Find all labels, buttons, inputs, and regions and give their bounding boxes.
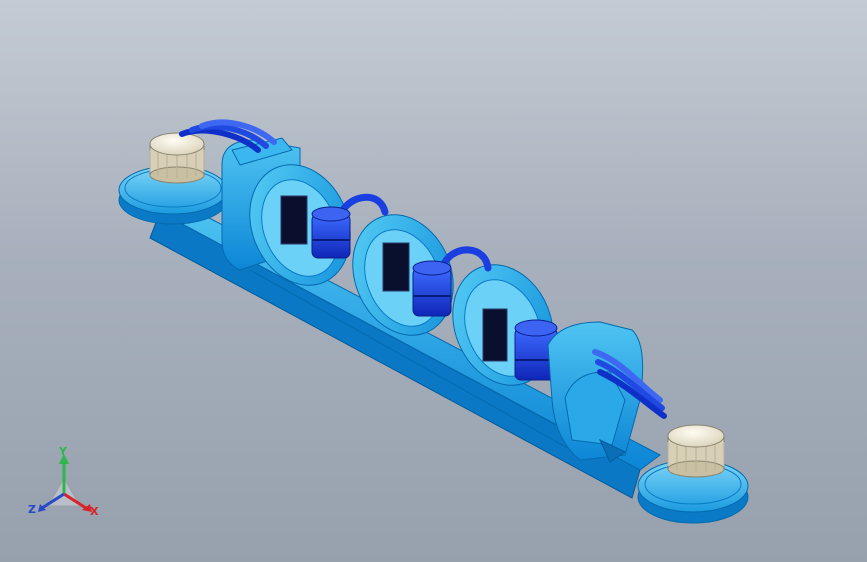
3d-model[interactable] [0,0,867,562]
y-axis-label: Y [59,445,67,458]
graphics-viewport[interactable]: Y X Z [0,0,867,562]
left-knob[interactable] [149,132,205,184]
reference-triad: Y X Z [24,445,106,524]
right-knob[interactable] [667,424,725,478]
z-axis-label: Z [28,503,36,516]
x-axis-label: X [90,505,99,518]
